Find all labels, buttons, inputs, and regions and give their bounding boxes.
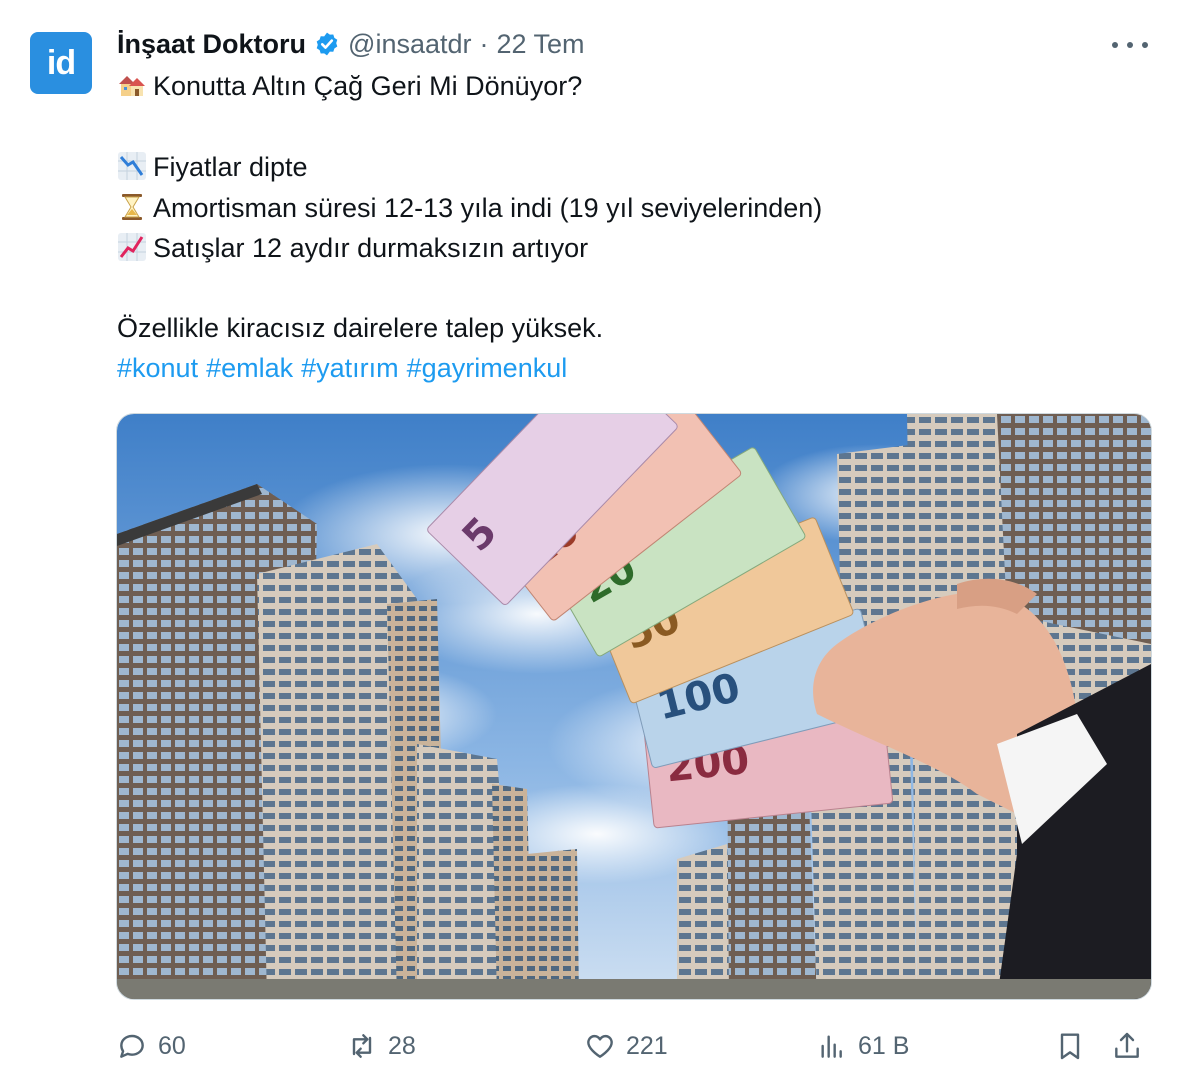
reply-count: 60 bbox=[158, 1031, 186, 1060]
bookmark-button[interactable] bbox=[1054, 1026, 1096, 1066]
bullet-prices: Fiyatlar dipte bbox=[117, 147, 1157, 187]
verified-badge-icon bbox=[316, 32, 338, 56]
reply-icon bbox=[120, 1034, 144, 1058]
more-icon[interactable] bbox=[1112, 30, 1148, 60]
views-icon bbox=[821, 1035, 842, 1058]
tweet-header: İnşaat Doktoru @insaatdr · 22 Tem bbox=[117, 24, 585, 64]
post-title-line: Konutta Altın Çağ Geri Mi Dönüyor? bbox=[117, 66, 1157, 106]
bullet-amortization: Amortisman süresi 12-13 yıla indi (19 yı… bbox=[117, 188, 1157, 228]
chart-increasing-emoji-icon bbox=[118, 233, 146, 261]
author-name[interactable]: İnşaat Doktoru bbox=[117, 29, 306, 60]
houses-emoji-icon bbox=[119, 76, 145, 96]
post-image[interactable]: 200 100 50 20 10 bbox=[116, 413, 1152, 1000]
buildings-and-money-illustration: 200 100 50 20 10 bbox=[117, 414, 1151, 999]
bullet-prices-text: Fiyatlar dipte bbox=[153, 152, 308, 182]
hashtag-emlak[interactable]: #emlak bbox=[206, 353, 293, 383]
hashtags: #konut #emlak #yatırım #gayrimenkul bbox=[117, 348, 1157, 388]
hashtag-gayrimenkul[interactable]: #gayrimenkul bbox=[407, 353, 568, 383]
bullet-amortization-text: Amortisman süresi 12-13 yıla indi (19 yı… bbox=[153, 193, 823, 223]
bullet-sales-text: Satışlar 12 aydır durmaksızın artıyor bbox=[153, 233, 589, 263]
bookmark-icon bbox=[1060, 1033, 1080, 1060]
reply-button[interactable]: 60 bbox=[116, 1026, 186, 1066]
post-date[interactable]: 22 Tem bbox=[497, 29, 585, 60]
post-closing-line: Özellikle kiracısız dairelere talep yüks… bbox=[117, 313, 604, 343]
action-bar: 60 28 221 61 B bbox=[116, 1026, 1150, 1066]
author-handle[interactable]: @insaatdr bbox=[348, 29, 471, 60]
separator-dot: · bbox=[479, 28, 489, 59]
share-button[interactable] bbox=[1111, 1026, 1153, 1066]
share-icon bbox=[1115, 1032, 1139, 1058]
avatar[interactable]: id bbox=[30, 32, 92, 94]
repost-icon bbox=[352, 1034, 372, 1058]
view-count: 61 B bbox=[858, 1031, 910, 1060]
hashtag-yatirim[interactable]: #yatırım bbox=[301, 353, 399, 383]
repost-button[interactable]: 28 bbox=[346, 1026, 416, 1066]
tweet[interactable]: id İnşaat Doktoru @insaatdr · 22 Tem Kon… bbox=[0, 0, 1178, 1092]
hashtag-konut[interactable]: #konut bbox=[117, 353, 198, 383]
repost-count: 28 bbox=[388, 1031, 416, 1060]
like-count: 221 bbox=[626, 1031, 668, 1060]
views-button[interactable]: 61 B bbox=[816, 1026, 909, 1066]
heart-icon bbox=[587, 1034, 613, 1058]
bullet-sales: Satışlar 12 aydır durmaksızın artıyor bbox=[117, 228, 1157, 268]
avatar-logo-text: id bbox=[46, 43, 76, 82]
chart-decreasing-emoji-icon bbox=[118, 152, 146, 180]
hourglass-emoji-icon bbox=[122, 194, 142, 220]
post-title-text: Konutta Altın Çağ Geri Mi Dönüyor? bbox=[153, 71, 583, 101]
like-button[interactable]: 221 bbox=[584, 1026, 668, 1066]
